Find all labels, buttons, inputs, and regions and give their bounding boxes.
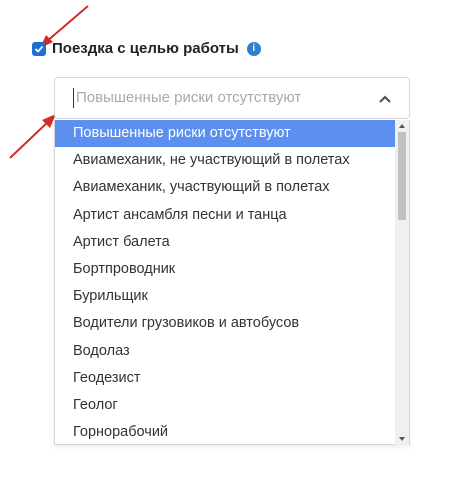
occupation-dropdown: Повышенные риски отсутствуют Авиамеханик…: [54, 120, 410, 445]
work-trip-checkbox-row[interactable]: Поездка с целью работы i: [32, 40, 261, 57]
option-item[interactable]: Бурильщик: [55, 283, 395, 310]
scroll-down-icon[interactable]: [395, 433, 409, 445]
info-icon[interactable]: i: [246, 41, 261, 56]
option-item[interactable]: Повышенные риски отсутствуют: [55, 120, 395, 148]
option-item[interactable]: Артист балета: [55, 229, 395, 256]
option-item[interactable]: Водители грузовиков и автобусов: [55, 310, 395, 337]
option-item[interactable]: Бортпроводник: [55, 256, 395, 283]
scrollbar-thumb[interactable]: [398, 132, 406, 220]
dropdown-scrollbar[interactable]: [395, 120, 409, 445]
chevron-up-icon[interactable]: [377, 91, 393, 107]
option-item[interactable]: Артист ансамбля песни и танца: [55, 202, 395, 229]
work-trip-label: Поездка с целью работы: [52, 40, 239, 57]
work-trip-checkbox[interactable]: [32, 41, 46, 56]
option-item[interactable]: Горнорабочий: [55, 419, 395, 445]
option-item[interactable]: Авиамеханик, не участвующий в полетах: [55, 147, 395, 174]
scroll-up-icon[interactable]: [395, 120, 409, 132]
checkmark-icon: [34, 45, 44, 53]
option-item[interactable]: Геодезист: [55, 365, 395, 392]
option-item[interactable]: Водолаз: [55, 338, 395, 365]
option-item[interactable]: Геолог: [55, 392, 395, 419]
occupation-select[interactable]: Повышенные риски отсутствуют: [54, 77, 410, 119]
option-item[interactable]: Авиамеханик, участвующий в полетах: [55, 174, 395, 201]
occupation-search-input[interactable]: Повышенные риски отсутствуют: [73, 88, 301, 108]
occupation-options-list: Повышенные риски отсутствуют Авиамеханик…: [55, 120, 395, 445]
